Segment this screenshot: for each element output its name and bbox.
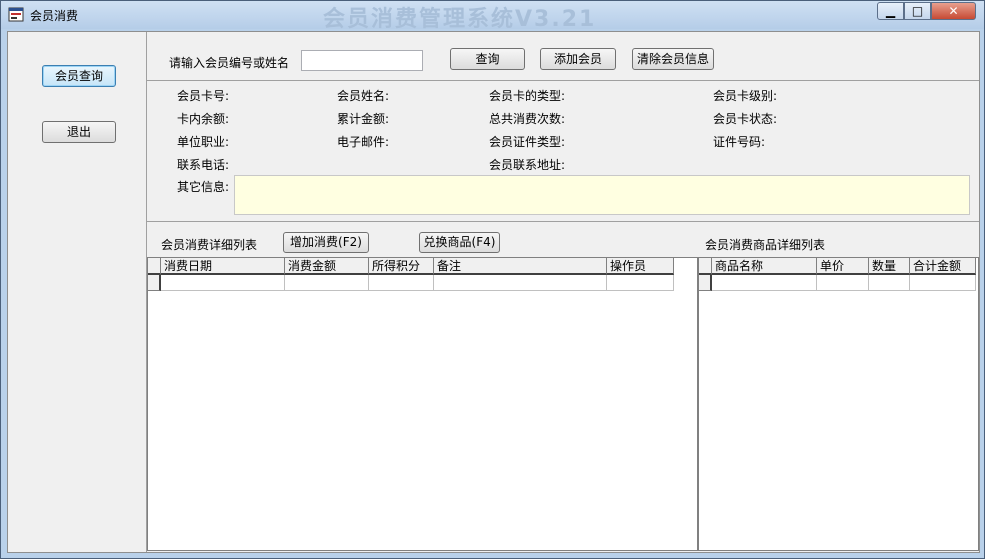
title-bar: 会员消费 会员消费管理系统V3.21 ▁ □ ✕ <box>1 1 984 32</box>
id-no-label: 证件号码: <box>713 135 766 149</box>
email-label: 电子邮件: <box>337 135 390 149</box>
app-window-icon <box>8 7 24 22</box>
search-input[interactable] <box>301 50 423 71</box>
grid-corner <box>148 258 161 275</box>
exchange-goods-button[interactable]: 兑换商品(F4) <box>419 232 500 253</box>
member-info-panel: 会员卡号: 会员姓名: 会员卡的类型: 会员卡级别: 卡内余额: 累计金额: 总… <box>147 81 979 222</box>
clear-member-info-button[interactable]: 清除会员信息 <box>632 48 714 70</box>
total-count-label: 总共消费次数: <box>489 112 566 126</box>
address-label: 会员联系地址: <box>489 158 566 172</box>
goods-grid[interactable]: 商品名称 单价 数量 合计金额 <box>698 257 979 551</box>
minimize-button[interactable]: ▁ <box>877 2 904 20</box>
job-label: 单位职业: <box>177 135 230 149</box>
total-amount-label: 累计金额: <box>337 112 390 126</box>
member-query-button[interactable]: 会员查询 <box>42 65 116 87</box>
add-consumption-button[interactable]: 增加消费(F2) <box>283 232 369 253</box>
column-header[interactable]: 操作员 <box>607 258 674 275</box>
card-level-label: 会员卡级别: <box>713 89 778 103</box>
maximize-button[interactable]: □ <box>904 2 931 20</box>
table-cell[interactable] <box>434 275 607 291</box>
card-status-label: 会员卡状态: <box>713 112 778 126</box>
column-header[interactable]: 单价 <box>817 258 869 275</box>
table-cell[interactable] <box>369 275 434 291</box>
consumption-grid[interactable]: 消费日期 消费金额 所得积分 备注 操作员 <box>147 257 698 551</box>
column-header[interactable]: 数量 <box>869 258 910 275</box>
table-cell[interactable] <box>869 275 910 291</box>
table-cell[interactable] <box>712 275 817 291</box>
name-label: 会员姓名: <box>337 89 390 103</box>
column-header[interactable]: 合计金额 <box>910 258 976 275</box>
consumption-list-title: 会员消费详细列表 <box>161 238 258 252</box>
search-bar: 请输入会员编号或姓名 查询 添加会员 清除会员信息 <box>147 32 979 81</box>
other-info-label: 其它信息: <box>177 180 230 194</box>
query-button[interactable]: 查询 <box>450 48 525 70</box>
other-info-field[interactable] <box>234 175 970 215</box>
column-header[interactable]: 消费日期 <box>161 258 285 275</box>
column-header[interactable]: 商品名称 <box>712 258 817 275</box>
main-window: 会员消费 会员消费管理系统V3.21 ▁ □ ✕ 会员查询 退出 请输入会员编号… <box>0 0 985 559</box>
exit-button[interactable]: 退出 <box>42 121 116 143</box>
table-cell[interactable] <box>161 275 285 291</box>
client-area: 会员查询 退出 请输入会员编号或姓名 查询 添加会员 清除会员信息 会员卡号: … <box>7 31 980 553</box>
table-cell[interactable] <box>285 275 369 291</box>
left-panel: 会员查询 退出 <box>8 32 147 552</box>
column-header[interactable]: 备注 <box>434 258 607 275</box>
add-member-button[interactable]: 添加会员 <box>540 48 616 70</box>
card-no-label: 会员卡号: <box>177 89 230 103</box>
phone-label: 联系电话: <box>177 158 230 172</box>
column-header[interactable]: 所得积分 <box>369 258 434 275</box>
grid-corner <box>699 258 712 275</box>
goods-list-title: 会员消费商品详细列表 <box>705 238 826 252</box>
table-cell[interactable] <box>607 275 674 291</box>
balance-label: 卡内余额: <box>177 112 230 126</box>
column-header[interactable]: 消费金额 <box>285 258 369 275</box>
table-cell[interactable] <box>817 275 869 291</box>
card-type-label: 会员卡的类型: <box>489 89 566 103</box>
title-watermark: 会员消费管理系统V3.21 <box>323 7 597 32</box>
id-type-label: 会员证件类型: <box>489 135 566 149</box>
table-cell[interactable] <box>910 275 976 291</box>
row-header[interactable] <box>148 275 161 291</box>
search-prompt-label: 请输入会员编号或姓名 <box>169 56 290 70</box>
row-header[interactable] <box>699 275 712 291</box>
window-title: 会员消费 <box>30 9 79 23</box>
close-button[interactable]: ✕ <box>931 2 976 20</box>
